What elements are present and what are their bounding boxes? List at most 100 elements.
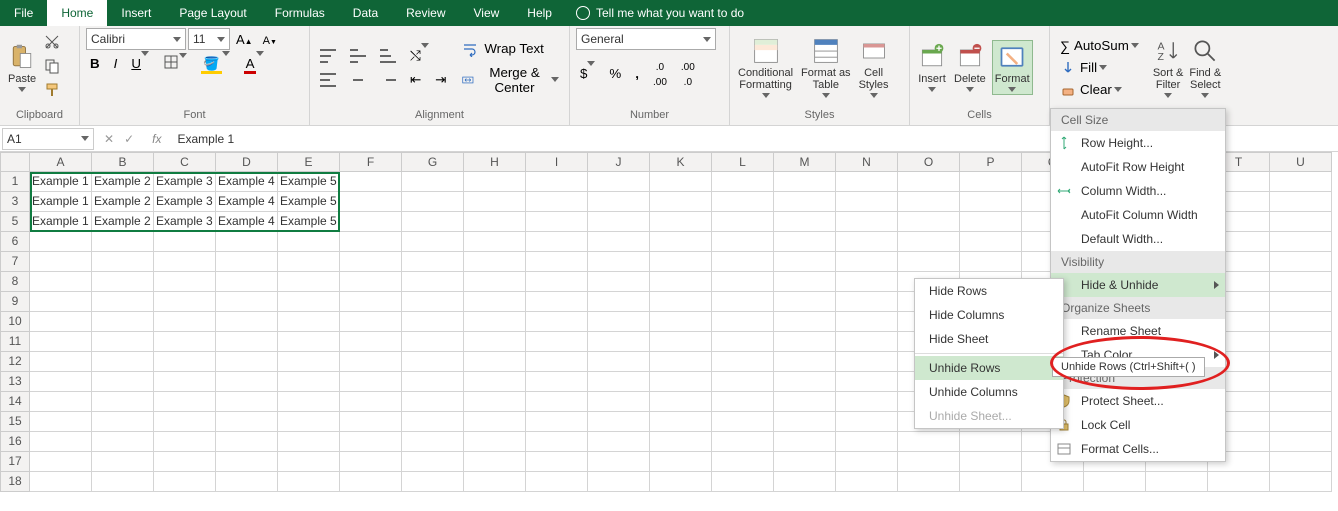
cell[interactable]: Example 4: [216, 172, 278, 192]
cell[interactable]: [154, 372, 216, 392]
cell[interactable]: [402, 292, 464, 312]
cell[interactable]: [340, 312, 402, 332]
menu-autofit-col-width[interactable]: AutoFit Column Width: [1051, 203, 1225, 227]
indent-increase-button[interactable]: ⇥: [431, 70, 450, 90]
cell[interactable]: [464, 372, 526, 392]
orientation-button[interactable]: ⤭: [406, 46, 433, 66]
submenu-unhide-rows[interactable]: Unhide Rows: [915, 356, 1063, 380]
cell[interactable]: [278, 272, 340, 292]
cell[interactable]: [278, 232, 340, 252]
cell[interactable]: [898, 432, 960, 452]
cell[interactable]: [960, 452, 1022, 472]
align-right-button[interactable]: [376, 71, 400, 89]
cell[interactable]: [836, 172, 898, 192]
cell[interactable]: [30, 372, 92, 392]
cell[interactable]: [1084, 472, 1146, 492]
cell[interactable]: [402, 452, 464, 472]
cell[interactable]: [278, 352, 340, 372]
cell[interactable]: [650, 252, 712, 272]
cell[interactable]: Example 2: [92, 212, 154, 232]
cell[interactable]: [154, 332, 216, 352]
cell[interactable]: [154, 392, 216, 412]
cell[interactable]: [278, 252, 340, 272]
increase-decimal-button[interactable]: .0.00: [649, 56, 671, 90]
tab-page-layout[interactable]: Page Layout: [165, 0, 260, 26]
cell[interactable]: [30, 312, 92, 332]
column-header[interactable]: I: [526, 152, 588, 172]
cell[interactable]: [836, 292, 898, 312]
column-header[interactable]: J: [588, 152, 650, 172]
cell[interactable]: [650, 472, 712, 492]
cell[interactable]: [216, 432, 278, 452]
cell[interactable]: [464, 272, 526, 292]
cell[interactable]: [216, 392, 278, 412]
row-header[interactable]: 9: [0, 292, 30, 312]
cell[interactable]: [526, 432, 588, 452]
cell[interactable]: [340, 432, 402, 452]
cell[interactable]: [464, 392, 526, 412]
cell[interactable]: Example 1: [30, 212, 92, 232]
decrease-decimal-button[interactable]: .00.0: [677, 56, 699, 90]
border-button[interactable]: [159, 52, 191, 75]
cell[interactable]: [278, 372, 340, 392]
submenu-hide-rows[interactable]: Hide Rows: [915, 279, 1063, 303]
cell[interactable]: Example 2: [92, 192, 154, 212]
cell[interactable]: [898, 212, 960, 232]
format-as-table-button[interactable]: Format as Table: [799, 35, 853, 100]
insert-cells-button[interactable]: Insert: [916, 41, 948, 94]
cell[interactable]: [650, 452, 712, 472]
cell[interactable]: [836, 272, 898, 292]
cell[interactable]: [774, 332, 836, 352]
cell[interactable]: [30, 472, 92, 492]
format-painter-button[interactable]: [40, 80, 64, 103]
cell[interactable]: [154, 452, 216, 472]
column-header[interactable]: U: [1270, 152, 1332, 172]
cell[interactable]: [712, 272, 774, 292]
cell[interactable]: [402, 352, 464, 372]
cell[interactable]: [154, 312, 216, 332]
menu-rename-sheet[interactable]: Rename Sheet: [1051, 319, 1225, 343]
cell[interactable]: [216, 232, 278, 252]
cell[interactable]: [774, 392, 836, 412]
column-header[interactable]: A: [30, 152, 92, 172]
cell[interactable]: [1270, 452, 1332, 472]
cell[interactable]: [30, 232, 92, 252]
cell[interactable]: [154, 412, 216, 432]
tab-help[interactable]: Help: [513, 0, 566, 26]
cell[interactable]: [526, 392, 588, 412]
submenu-unhide-columns[interactable]: Unhide Columns: [915, 380, 1063, 404]
cell[interactable]: [774, 232, 836, 252]
cell[interactable]: [836, 472, 898, 492]
cell[interactable]: [216, 412, 278, 432]
cell[interactable]: [216, 332, 278, 352]
cell[interactable]: [216, 272, 278, 292]
column-header[interactable]: N: [836, 152, 898, 172]
cell[interactable]: [402, 332, 464, 352]
cell[interactable]: [340, 372, 402, 392]
cell[interactable]: [216, 312, 278, 332]
cell[interactable]: [774, 312, 836, 332]
column-header[interactable]: O: [898, 152, 960, 172]
cell[interactable]: [278, 292, 340, 312]
cell[interactable]: [712, 412, 774, 432]
cell[interactable]: [1270, 312, 1332, 332]
cell[interactable]: Example 5: [278, 172, 340, 192]
column-header[interactable]: G: [402, 152, 464, 172]
font-size-dropdown[interactable]: 11: [188, 28, 230, 50]
cell[interactable]: [836, 192, 898, 212]
cell[interactable]: [402, 432, 464, 452]
cell[interactable]: [1270, 412, 1332, 432]
row-header[interactable]: 13: [0, 372, 30, 392]
cell[interactable]: [588, 452, 650, 472]
cell[interactable]: [650, 232, 712, 252]
cell[interactable]: [340, 352, 402, 372]
cell[interactable]: [340, 172, 402, 192]
cell[interactable]: [526, 352, 588, 372]
column-header[interactable]: M: [774, 152, 836, 172]
cell[interactable]: [774, 372, 836, 392]
cell[interactable]: [1270, 352, 1332, 372]
menu-lock-cell[interactable]: Lock Cell: [1051, 413, 1225, 437]
cell[interactable]: [712, 252, 774, 272]
cell[interactable]: [526, 452, 588, 472]
menu-default-width[interactable]: Default Width...: [1051, 227, 1225, 251]
